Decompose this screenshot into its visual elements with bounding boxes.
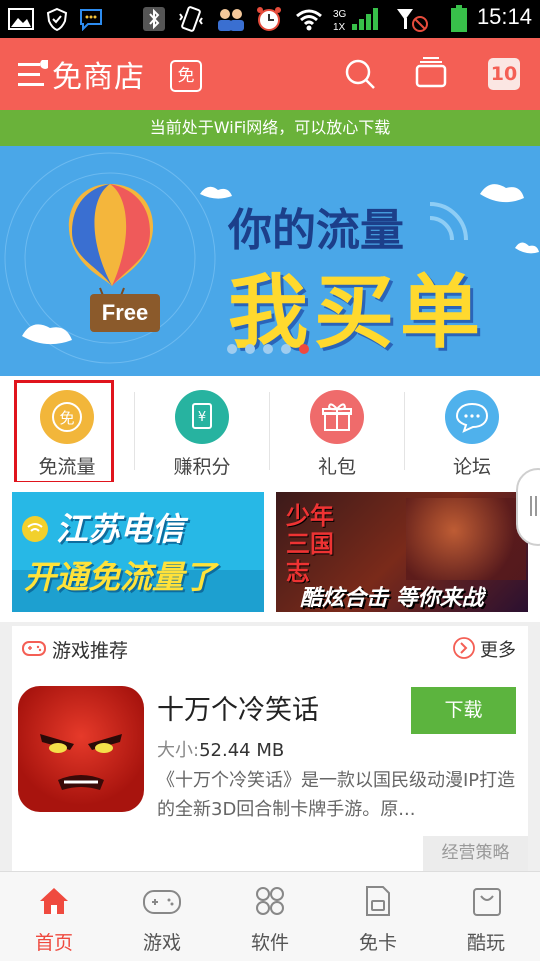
vibrate-icon [176, 6, 206, 32]
tab-software[interactable]: 软件 [216, 872, 324, 961]
tab-cool-play[interactable]: 酷玩 [432, 872, 540, 961]
tab-label: 免卡 [358, 932, 397, 954]
points-icon: ¥ [175, 390, 229, 444]
pager-dot[interactable] [227, 344, 237, 354]
promo-game-art [406, 498, 526, 580]
gamepad-icon [142, 888, 182, 920]
category-label: 赚积分 [173, 456, 231, 478]
sim-card-icon [364, 885, 392, 921]
notification-badge[interactable]: 10 [488, 58, 520, 90]
tab-free-card[interactable]: 免卡 [324, 872, 432, 961]
app-header: 免商店 免 10 [0, 38, 540, 110]
image-icon [6, 6, 36, 32]
category-label: 礼包 [317, 456, 356, 478]
side-drawer-handle[interactable] [516, 468, 540, 546]
forum-icon [445, 390, 499, 444]
tab-label: 游戏 [142, 932, 181, 954]
wifi-badge-icon [20, 514, 50, 548]
tab-label: 软件 [250, 932, 289, 954]
gamepad-icon [22, 638, 46, 662]
download-manager-icon[interactable] [414, 56, 448, 94]
category-tag[interactable]: 经营策略 [423, 836, 528, 871]
wifi-notice: 当前处于WiFi网络，可以放心下载 [0, 110, 540, 146]
promo-telecom-line1: 江苏电信 [56, 510, 185, 548]
section-title: 游戏推荐 [52, 640, 129, 662]
highlight-box [14, 380, 114, 484]
tab-games[interactable]: 游戏 [108, 872, 216, 961]
svg-text:¥: ¥ [198, 410, 206, 425]
app-name[interactable]: 十万个冷笑话 [157, 688, 319, 727]
chat-icon [76, 6, 106, 32]
handle-line [530, 496, 532, 516]
free-tag: Free [90, 294, 160, 332]
game-recommendation: 游戏推荐 更多 十万个冷笑话 大小:52.44 MB 《十万个冷笑话》是一款以国… [12, 626, 528, 871]
promo-game-logo: 少年三国志 [286, 502, 334, 586]
app-size-label: 大小: [157, 740, 200, 761]
svg-text:3G: 3G [333, 9, 347, 20]
category-row: 免 免流量 ¥ 赚积分 礼包 论坛 [0, 376, 540, 484]
pager-dot[interactable] [263, 344, 273, 354]
promo-game-slogan: 酷炫合击 等你来战 [300, 586, 484, 611]
signal-icon: 3G 1X [332, 6, 382, 32]
handle-line [535, 496, 537, 516]
more-link[interactable]: 更多 [480, 636, 516, 662]
search-icon[interactable] [343, 57, 377, 95]
more-chevron-icon[interactable] [452, 636, 476, 664]
download-button[interactable]: 下载 [411, 687, 516, 734]
status-bar: 3G 1X 15:14 [0, 0, 540, 38]
promo-row: 江苏电信 开通免流量了 少年三国志 酷炫合击 等你来战 [0, 468, 540, 622]
banner-pager[interactable] [226, 340, 316, 359]
svg-text:1X: 1X [333, 22, 346, 32]
promo-banner[interactable]: Free 你的流量 我买单 [0, 146, 540, 376]
app-title: 免商店 [52, 60, 145, 95]
category-gift[interactable]: 礼包 [270, 376, 404, 482]
home-icon [38, 886, 70, 920]
bag-icon [472, 885, 502, 921]
bluetooth-icon [140, 6, 168, 32]
tab-label: 首页 [34, 932, 73, 954]
status-time: 15:14 [476, 4, 532, 29]
pager-dot[interactable] [299, 344, 309, 354]
no-sim-icon [392, 6, 432, 32]
promo-game[interactable]: 少年三国志 酷炫合击 等你来战 [276, 492, 528, 612]
tab-label: 酷玩 [466, 932, 505, 954]
apps-icon [255, 886, 285, 920]
promo-telecom[interactable]: 江苏电信 开通免流量了 [12, 492, 264, 612]
promo-telecom-line2: 开通免流量了 [24, 558, 217, 596]
alarm-icon [254, 6, 284, 32]
bottom-tab-bar: 首页 游戏 软件 免卡 酷玩 [0, 871, 540, 961]
category-forum[interactable]: 论坛 [405, 376, 539, 482]
category-earn-points[interactable]: ¥ 赚积分 [135, 376, 269, 482]
menu-icon[interactable] [18, 59, 50, 94]
app-size-value: 52.44 MB [199, 740, 285, 761]
battery-icon [448, 5, 470, 32]
app-icon[interactable] [18, 686, 144, 812]
free-badge-icon: 免 [170, 60, 202, 92]
category-label: 论坛 [452, 456, 491, 478]
gift-icon [310, 390, 364, 444]
pager-dot[interactable] [281, 344, 291, 354]
app-size: 大小:52.44 MB [157, 736, 284, 762]
app-description: 《十万个冷笑话》是一款以国民级动漫IP打造的全新3D回合制卡牌手游。原... [157, 770, 516, 820]
wifi-icon [294, 6, 324, 32]
contacts-icon [214, 6, 248, 32]
shield-icon [42, 6, 72, 32]
pager-dot[interactable] [245, 344, 255, 354]
tab-home[interactable]: 首页 [0, 872, 108, 961]
